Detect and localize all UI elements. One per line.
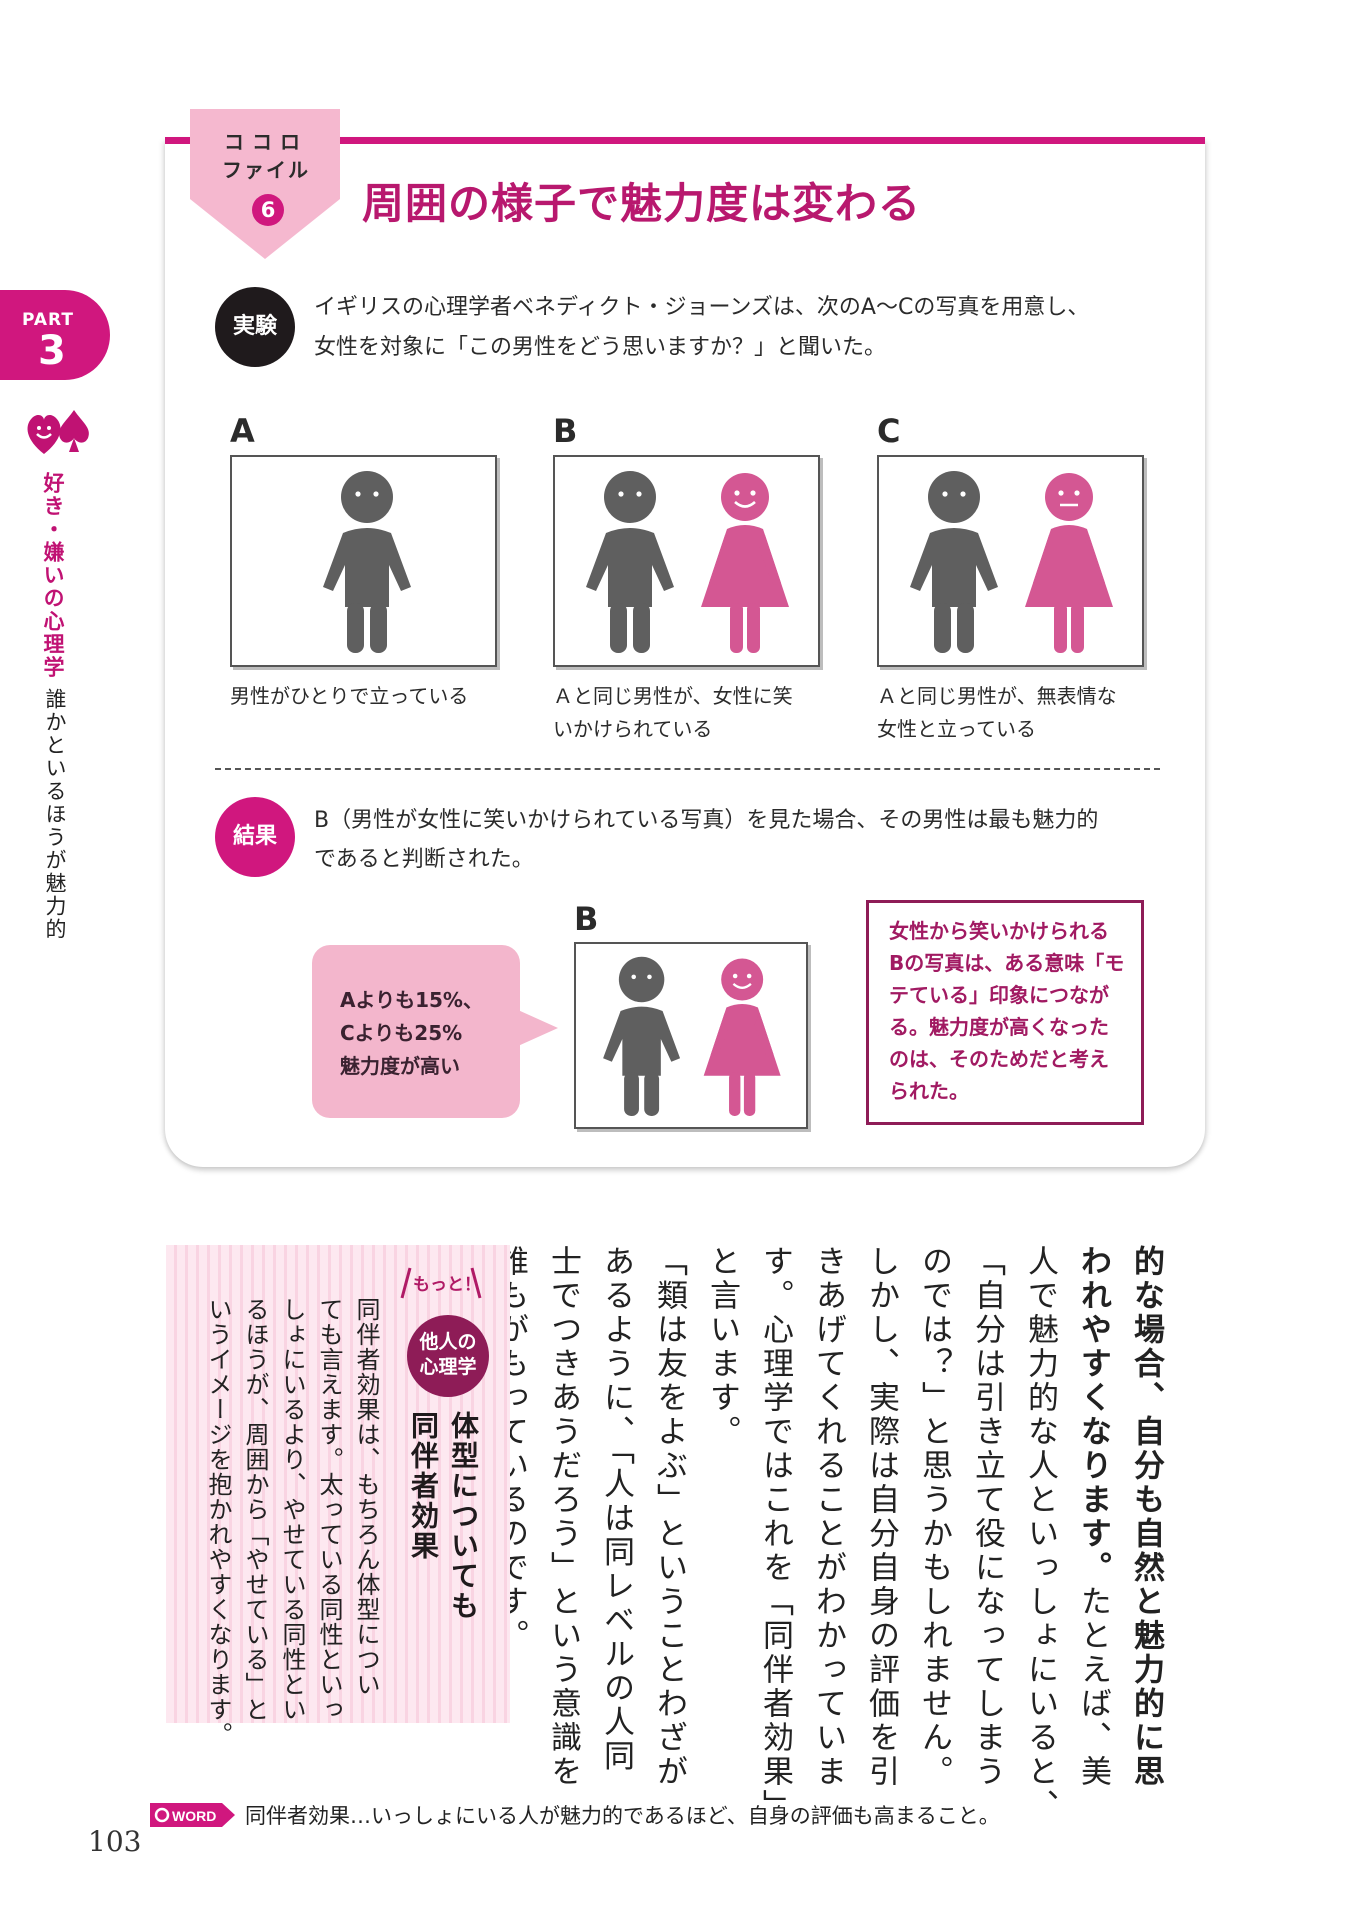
result-note-box: 女性から笑いかけられる Bの写真は、ある意味「モ テている」印象につなが る。魅… [866,900,1144,1125]
panel-c-letter: C [877,412,901,450]
note-line-5: のは、そのためだと考え [889,1047,1109,1071]
file-number: 6 [252,194,284,226]
column-body-4: るほうが、周囲から「やせている」と [241,1297,269,1722]
experiment-line-2: 女性を対象に「この男性をどう思いますか？」と聞いた。 [314,335,887,360]
body-column-3: 人で魅力的な人といっしょにいると、 [1022,1245,1058,1823]
body-column-12: 士でつきあうだろう」という意識を [545,1245,581,1789]
word-label: WORD [172,1808,216,1824]
panel-a-photo [230,455,497,667]
body-column-10: 「類は友をよぶ」ということわざが [651,1245,687,1789]
part-number: 3 [38,328,66,374]
dashed-divider [215,768,1160,770]
panel-a-letter: A [230,412,255,450]
word-badge-icon: WORD [150,1803,235,1827]
panel-b-letter: B [553,412,578,450]
panel-a-caption: 男性がひとりで立っている [230,684,469,708]
result-badge: 結果 [215,797,295,877]
body-column-8: す。心理学ではこれを「同伴者効果」 [757,1245,793,1823]
note-line-1: 女性から笑いかけられる [889,919,1109,943]
man-figure-icon [323,471,411,653]
note-line-6: られた。 [889,1079,969,1103]
man-and-smiling-woman-icon [586,471,789,653]
topic-label: 誰かといるほうが魅力的 [43,688,67,941]
body-column-5: のでは？」と思うかもしれません。 [916,1245,952,1789]
column-body-3: しょにいるより、やせている同性とい [278,1297,306,1722]
heart-spade-icon [27,410,89,454]
bubble-line-3: 魅力度が高い [340,1054,460,1078]
body-column-2-bold: われやすくなります。 [1075,1245,1111,1585]
part-label: PART [22,310,74,330]
body-column-2: われやすくなります。たとえば、美 [1075,1245,1111,1789]
panel-b-photo [553,455,820,667]
panel-b-caption-line-1: Ａと同じ男性が、女性に笑 [553,684,793,708]
bubble-line-2: Cよりも25% [340,1021,463,1045]
panel-c-caption-line-2: 女性と立っている [877,717,1036,741]
motto-label: もっと！ [413,1275,481,1295]
man-and-smiling-woman-icon [603,956,781,1116]
note-line-4: る。魅力度が高くなった [889,1015,1109,1039]
category-label: 好き・嫌いの心理学 [41,472,65,679]
result-speech-bubble: Aよりも15%、 Cよりも25% 魅力度が高い [312,945,520,1118]
body-column-6: しかし、実際は自分自身の評価を引 [863,1245,899,1789]
column-heading-line-2: 同伴者効果 [407,1411,440,1561]
result-panel-photo [574,942,808,1129]
man-and-blank-woman-icon [910,471,1113,653]
body-column-4: 「自分は引き立て役になってしまう [969,1245,1005,1789]
file-label-2: ファイル [222,158,310,182]
result-line-2: であると判断された。 [314,847,534,872]
file-label-1: ココロ [224,130,308,154]
page-title: 周囲の様子で魅力度は変わる [362,179,922,228]
column-body-1: 同伴者効果は、もちろん体型につい [352,1297,380,1697]
panel-c-photo [877,455,1144,667]
panel-c-caption-line-1: Ａと同じ男性が、無表情な [877,684,1117,708]
note-line-3: テている」印象につなが [889,983,1109,1007]
result-line-1: B（男性が女性に笑いかけられている写真）を見た場合、その男性は最も魅力的 [314,808,1099,833]
note-line-2: Bの写真は、ある意味「モ [889,951,1125,975]
page-number: 103 [88,1825,142,1858]
column-body-2: ても言えます。太っている同性といっ [315,1297,343,1722]
other-psychology-badge: 他人の 心理学 [407,1315,489,1397]
result-panel-letter: B [574,900,599,938]
experiment-badge: 実験 [215,287,295,367]
badge-line-1: 他人の [419,1331,477,1353]
column-body-5: いうイメージを抱かれやすくなります。 [204,1297,232,1747]
experiment-line-1: イギリスの心理学者ベネディクト・ジョーンズは、次のA～Cの写真を用意し、 [314,295,1090,320]
body-column-9: と言います。 [704,1245,740,1449]
bubble-line-1: Aよりも15%、 [340,988,483,1012]
badge-line-2: 心理学 [419,1356,477,1378]
body-column-11: あるように、「人は同レベルの人同 [598,1245,634,1774]
word-definition: 同伴者効果…いっしょにいる人が魅力的であるほど、自身の評価も高まること。 [245,1804,1000,1828]
bubble-tail [518,1010,558,1046]
body-column-7: きあげてくれることがわかっていま [810,1245,846,1789]
panel-b-caption-line-2: いかけられている [553,717,713,741]
body-column-1: 的な場合、自分も自然と魅力的に思 [1128,1245,1164,1789]
part-tab: PART 3 [0,290,110,380]
column-heading-line-1: 体型についても [447,1411,480,1621]
